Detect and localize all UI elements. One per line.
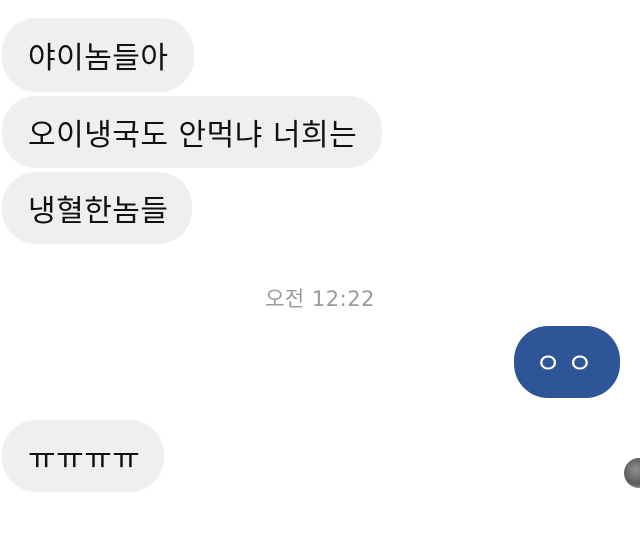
incoming-message-bubble[interactable]: 오이냉국도 안먹냐 너희는	[2, 96, 382, 168]
message-text: 야이놈들아	[28, 41, 169, 76]
message-text: 오이냉국도 안먹냐 너희는	[28, 118, 358, 153]
message-text: 냉혈한놈들	[28, 194, 169, 229]
message-text: ㅠㅠㅠㅠ	[28, 442, 141, 477]
read-receipt-avatar	[624, 458, 640, 488]
incoming-message-bubble[interactable]: 냉혈한놈들	[2, 172, 192, 244]
outgoing-message-bubble[interactable]: ㅇㅇ	[514, 326, 620, 398]
cropped-text-fragment	[200, 0, 238, 2]
message-timestamp: 오전 12:22	[265, 287, 375, 311]
chat-thread: 야이놈들아 오이냉국도 안먹냐 너희는 냉혈한놈들 오전 12:22 ㅇㅇ ㅠㅠ…	[0, 0, 640, 549]
incoming-message-bubble[interactable]: ㅠㅠㅠㅠ	[2, 420, 164, 492]
message-text: ㅇㅇ	[535, 347, 599, 380]
incoming-message-bubble[interactable]: 야이놈들아	[2, 18, 194, 92]
